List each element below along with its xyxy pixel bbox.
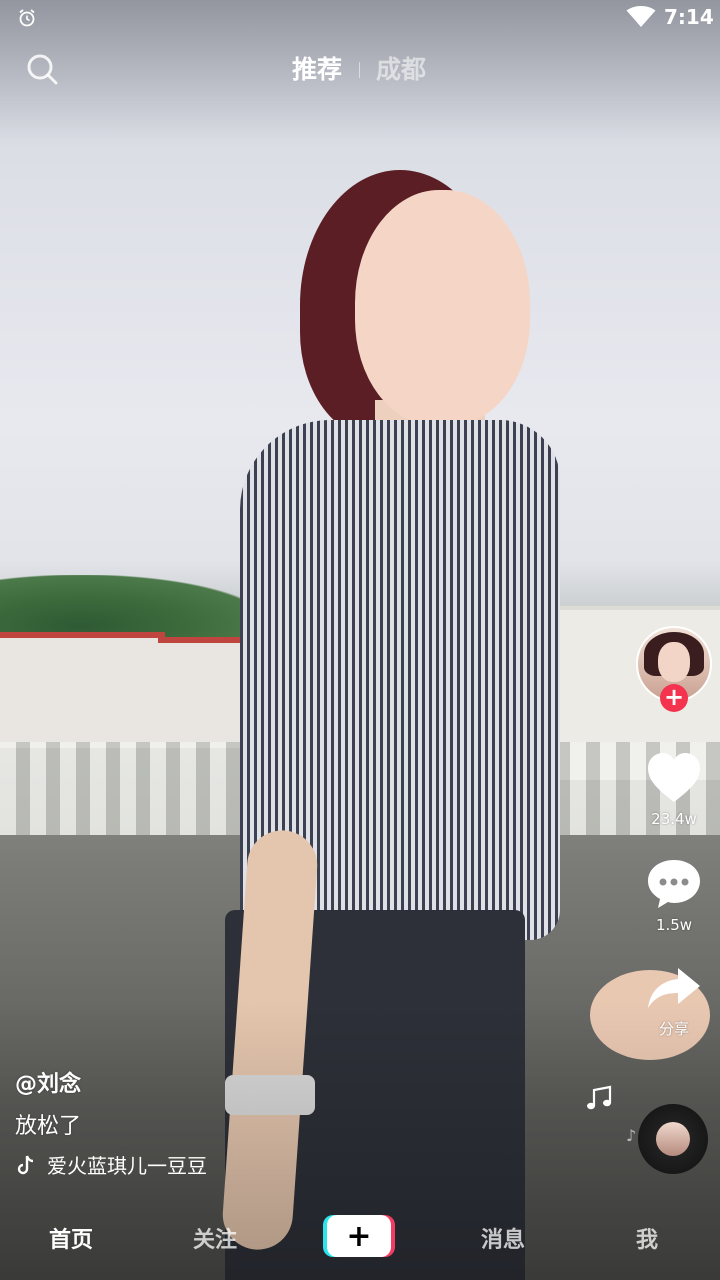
share-button[interactable]: 分享 (636, 966, 712, 1039)
status-time: 7:14 (664, 5, 714, 29)
nav-me[interactable]: 我 (636, 1222, 658, 1254)
heart-icon (648, 753, 700, 802)
wifi-icon (626, 6, 656, 27)
follow-button[interactable]: + (660, 684, 688, 712)
music-cover (656, 1122, 690, 1156)
avatar-face (658, 642, 690, 682)
tab-local-city[interactable]: 成都 (376, 50, 426, 86)
music-row[interactable]: 爱火蓝琪儿一豆豆 (15, 1150, 575, 1179)
bottom-nav: 首页 关注 + 消息 我 (0, 1200, 720, 1280)
video-info: @刘念 放松了 爱火蓝琪儿一豆豆 (15, 1066, 575, 1179)
music-title: 爱火蓝琪儿一豆豆 (47, 1154, 207, 1178)
top-tabs: 推荐 成都 (0, 50, 720, 90)
tab-divider (359, 62, 360, 78)
comment-icon (648, 860, 700, 908)
building-left (0, 632, 165, 748)
music-disc[interactable] (638, 1104, 708, 1174)
status-bar: 7:14 (0, 0, 720, 36)
author-name[interactable]: @刘念 (15, 1066, 575, 1098)
share-arrow-icon (648, 968, 700, 1008)
tiktok-logo-icon (17, 1155, 34, 1174)
alarm-icon (19, 9, 35, 27)
video-caption: 放松了 (15, 1114, 82, 1139)
like-button[interactable]: 23.4w (636, 752, 712, 828)
nav-home[interactable]: 首页 (49, 1222, 93, 1254)
comment-button[interactable]: 1.5w (636, 858, 712, 934)
create-video-button[interactable]: + (327, 1215, 391, 1257)
like-count: 23.4w (651, 810, 697, 828)
comment-count: 1.5w (655, 916, 693, 934)
music-note-icon (587, 1085, 612, 1110)
tab-recommended[interactable]: 推荐 (292, 50, 342, 86)
person-face (355, 190, 530, 425)
music-note-small-icon: ♪ (626, 1126, 637, 1145)
share-label: 分享 (658, 1020, 689, 1038)
nav-messages[interactable]: 消息 (481, 1222, 525, 1254)
nav-following[interactable]: 关注 (193, 1222, 237, 1254)
